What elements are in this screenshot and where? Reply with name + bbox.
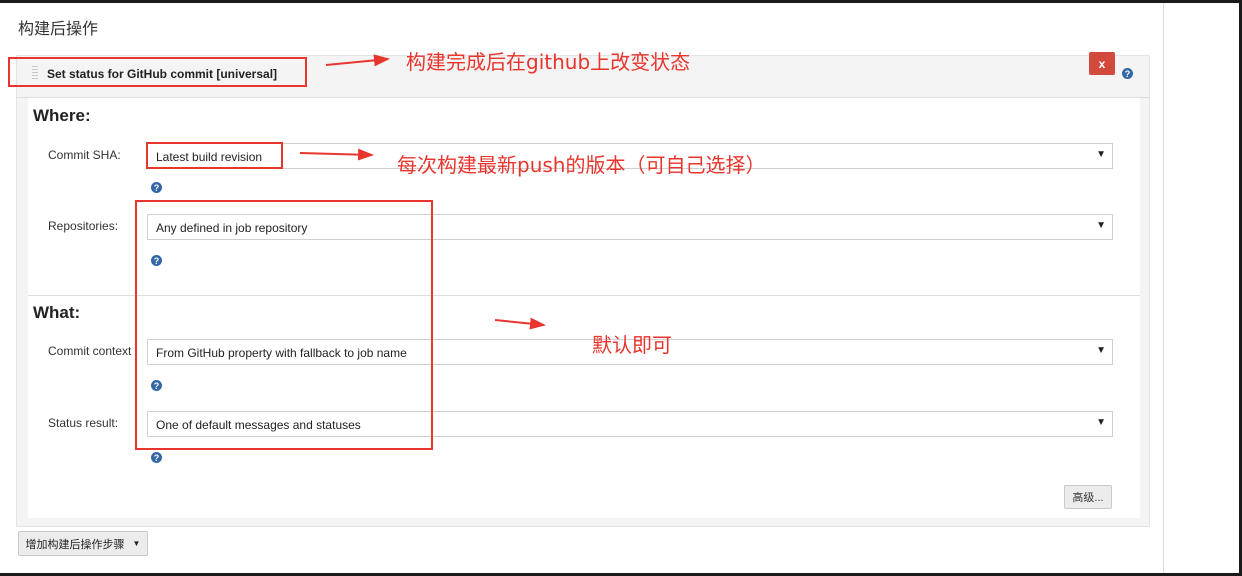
where-heading: Where: — [33, 106, 91, 125]
close-icon: x — [1098, 56, 1106, 71]
content-right-edge — [1163, 3, 1164, 573]
annotation-box-defaults — [135, 200, 433, 450]
advanced-button[interactable]: 高级... — [1064, 485, 1112, 509]
commit-sha-label: Commit SHA: — [48, 148, 121, 162]
status-result-label: Status result: — [48, 416, 119, 430]
caret-down-icon: ▼ — [1096, 149, 1106, 160]
annotation-status-note: 构建完成后在github上改变状态 — [406, 50, 691, 74]
annotation-box-commit-sha — [146, 142, 283, 169]
add-post-build-step-button[interactable]: 增加构建后操作步骤 ▼ — [18, 531, 148, 556]
annotation-box-step-title — [8, 57, 307, 87]
section-title: 构建后操作 — [18, 19, 99, 38]
add-post-build-step-label: 增加构建后操作步骤 — [25, 538, 125, 551]
caret-down-icon: ▼ — [1096, 220, 1106, 231]
annotation-default-note: 默认即可 — [592, 333, 672, 357]
caret-down-icon: ▼ — [1096, 417, 1106, 428]
caret-down-icon: ▼ — [1096, 345, 1106, 356]
annotation-sha-note: 每次构建最新push的版本（可自己选择） — [397, 153, 766, 177]
commit-context-label: Commit context — [48, 344, 132, 358]
caret-down-icon: ▼ — [132, 539, 141, 548]
help-icon[interactable]: ? — [151, 182, 162, 193]
what-heading: What: — [33, 303, 81, 322]
repositories-label: Repositories: — [48, 219, 119, 233]
delete-step-button[interactable]: x — [1089, 52, 1115, 75]
help-icon[interactable]: ? — [1122, 68, 1133, 79]
help-icon[interactable]: ? — [151, 452, 162, 463]
window-border-top — [0, 0, 1242, 3]
